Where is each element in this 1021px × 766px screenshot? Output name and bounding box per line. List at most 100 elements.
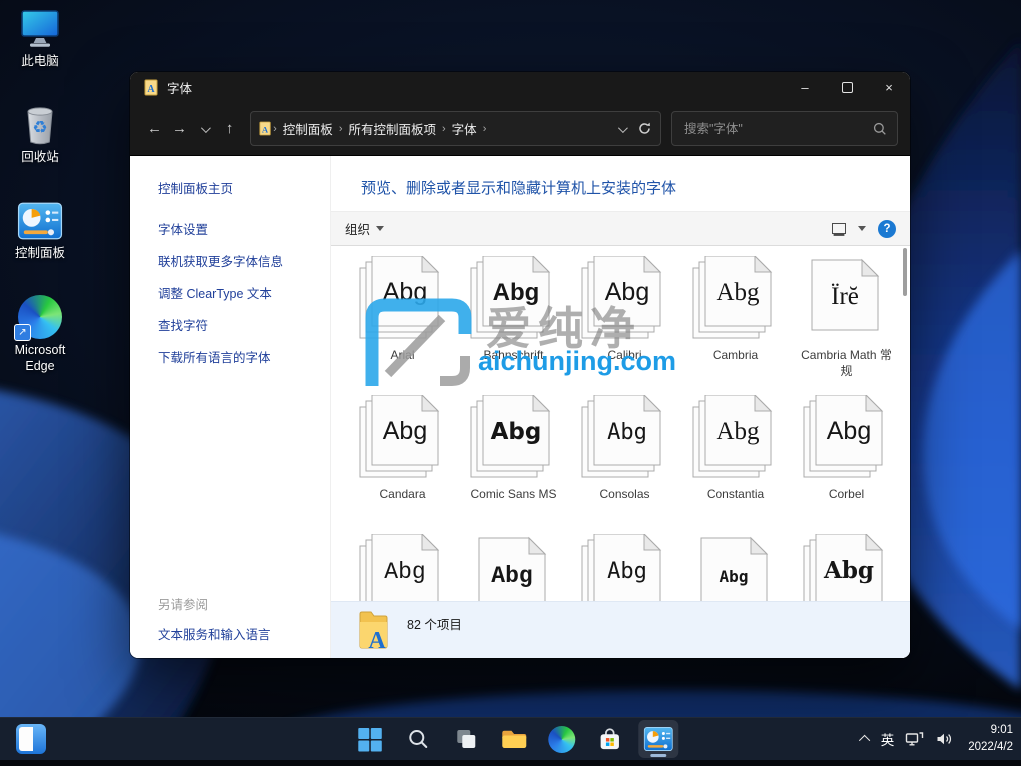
volume-icon[interactable] <box>935 731 953 747</box>
sidebar-task-link[interactable]: 字体设置 <box>158 219 320 238</box>
font-tile[interactable]: AbgCandara <box>347 395 458 520</box>
font-name-label: Cambria <box>713 347 758 381</box>
refresh-icon[interactable] <box>637 121 652 136</box>
organize-label: 组织 <box>345 219 370 238</box>
widgets-button[interactable] <box>16 724 46 754</box>
maximize-icon <box>842 82 853 93</box>
title-bar[interactable]: A 字体 – × <box>130 72 910 102</box>
svg-text:Abg: Abg <box>492 279 539 306</box>
desktop-icon-recycle-bin[interactable]: ♻ 回收站 <box>4 102 76 166</box>
font-tile[interactable]: Abg <box>347 534 458 601</box>
svg-text:Abg: Abg <box>604 278 648 306</box>
search-input[interactable] <box>682 121 873 137</box>
font-tile[interactable]: Abg <box>680 534 791 601</box>
font-file-icon: Abg <box>689 395 783 486</box>
svg-text:Abg: Abg <box>719 567 748 586</box>
task-view-button[interactable] <box>446 720 486 758</box>
font-name-label: Calibri <box>607 347 641 381</box>
font-file-icon: Abg <box>356 256 450 347</box>
organize-button[interactable]: 组织 <box>345 219 384 238</box>
sidebar-item-home[interactable]: 控制面板主页 <box>158 178 320 197</box>
breadcrumb-item[interactable]: 所有控制面板项 <box>343 119 441 138</box>
control-panel-icon <box>17 200 63 242</box>
taskbar: 英 9:01 2022/4/2 <box>0 717 1021 766</box>
font-file-icon: Abg <box>800 534 894 601</box>
desktop-icon-edge[interactable]: ↗ Microsoft Edge <box>4 295 76 374</box>
font-tile[interactable]: AbgConsolas <box>569 395 680 520</box>
sidebar-task-link[interactable]: 下载所有语言的字体 <box>158 347 320 366</box>
desktop-icon-label: 回收站 <box>21 150 59 166</box>
font-tile[interactable]: Abg <box>569 534 680 601</box>
scrollbar-thumb[interactable] <box>903 248 907 296</box>
network-icon[interactable] <box>905 731 924 748</box>
up-button[interactable]: ↑ <box>217 120 242 137</box>
clock[interactable]: 9:01 2022/4/2 <box>964 722 1013 755</box>
tray-overflow-chevron[interactable] <box>862 730 870 748</box>
control-panel-icon <box>643 725 673 753</box>
edge-icon <box>548 726 575 753</box>
start-button[interactable] <box>350 720 390 758</box>
sidebar: 控制面板主页 字体设置联机获取更多字体信息调整 ClearType 文本查找字符… <box>130 156 330 658</box>
windows-start-icon <box>357 727 382 752</box>
svg-text:♻: ♻ <box>32 118 47 138</box>
sidebar-task-link[interactable]: 联机获取更多字体信息 <box>158 251 320 270</box>
view-dropdown-chevron[interactable] <box>858 226 866 231</box>
close-button[interactable]: × <box>868 72 910 102</box>
svg-text:Abg: Abg <box>716 279 760 306</box>
maximize-button[interactable] <box>826 72 868 102</box>
search-box[interactable] <box>671 111 898 146</box>
edge-button[interactable] <box>542 720 582 758</box>
font-tile[interactable]: AbgBahnschrift <box>458 256 569 381</box>
fonts-folder-icon: A <box>259 121 272 136</box>
window-title: 字体 <box>167 78 784 97</box>
font-tile[interactable]: AbgCorbel <box>791 395 902 520</box>
breadcrumb-item[interactable]: 控制面板 <box>278 119 338 138</box>
sidebar-see-also-group: 另请参阅 文本服务和输入语言 <box>158 594 320 643</box>
font-tile[interactable]: AbgArial <box>347 256 458 381</box>
font-tile[interactable]: AbgComic Sans MS <box>458 395 569 520</box>
svg-text:Abg: Abg <box>716 418 760 445</box>
file-explorer-button[interactable] <box>494 720 534 758</box>
font-file-icon: Abg <box>467 395 561 486</box>
svg-text:Abg: Abg <box>822 557 873 584</box>
edge-icon: ↗ <box>18 295 62 339</box>
minimize-button[interactable]: – <box>784 72 826 102</box>
font-file-icon: Abg <box>356 395 450 486</box>
font-tile[interactable]: Abg <box>791 534 902 601</box>
font-file-icon: Ïrĕ <box>800 256 894 347</box>
font-tile[interactable]: Abg <box>458 534 569 601</box>
tray-time: 9:01 <box>968 722 1013 739</box>
ime-indicator[interactable]: 英 <box>881 729 895 749</box>
store-button[interactable] <box>590 720 630 758</box>
svg-text:A: A <box>368 628 386 652</box>
font-name-label: Consolas <box>599 486 649 520</box>
font-tile[interactable]: Abg Cambria <box>680 256 791 381</box>
desktop-icon-this-pc[interactable]: 此电脑 <box>4 8 76 70</box>
shortcut-arrow-icon: ↗ <box>14 324 31 341</box>
desktop-icon-control-panel[interactable]: 控制面板 <box>4 200 76 262</box>
svg-text:Abg: Abg <box>491 563 532 589</box>
font-file-icon: Abg <box>800 395 894 486</box>
status-bar: A 82 个项目 <box>331 601 910 658</box>
address-bar[interactable]: A › 控制面板›所有控制面板项›字体› <box>250 111 661 146</box>
chevron-down-icon <box>376 226 384 231</box>
help-button[interactable]: ? <box>878 220 896 238</box>
address-dropdown-chevron[interactable] <box>618 122 625 136</box>
control-panel-button-active[interactable] <box>638 720 678 758</box>
change-view-icon[interactable] <box>832 223 846 234</box>
font-tile[interactable]: AbgConstantia <box>680 395 791 520</box>
font-tile[interactable]: Abg Calibri <box>569 256 680 381</box>
sidebar-task-link[interactable]: 查找字符 <box>158 315 320 334</box>
navigation-bar: ← → ↑ A › 控制面板›所有控制面板项›字体› <box>130 102 910 156</box>
breadcrumb-item[interactable]: 字体 <box>447 119 482 138</box>
back-button[interactable]: ← <box>142 120 167 137</box>
taskbar-search-button[interactable] <box>398 720 438 758</box>
svg-text:Abg: Abg <box>382 278 426 306</box>
content-pane: 预览、删除或者显示和隐藏计算机上安装的字体 组织 ? AbgArialAbgBa… <box>330 156 910 658</box>
recent-pages-chevron[interactable] <box>192 120 217 137</box>
font-name-label: Comic Sans MS <box>470 486 556 520</box>
sidebar-item-text-services[interactable]: 文本服务和输入语言 <box>158 624 320 643</box>
sidebar-task-link[interactable]: 调整 ClearType 文本 <box>158 283 320 302</box>
forward-button[interactable]: → <box>167 120 192 137</box>
font-tile[interactable]: ÏrĕCambria Math 常规 <box>791 256 902 381</box>
